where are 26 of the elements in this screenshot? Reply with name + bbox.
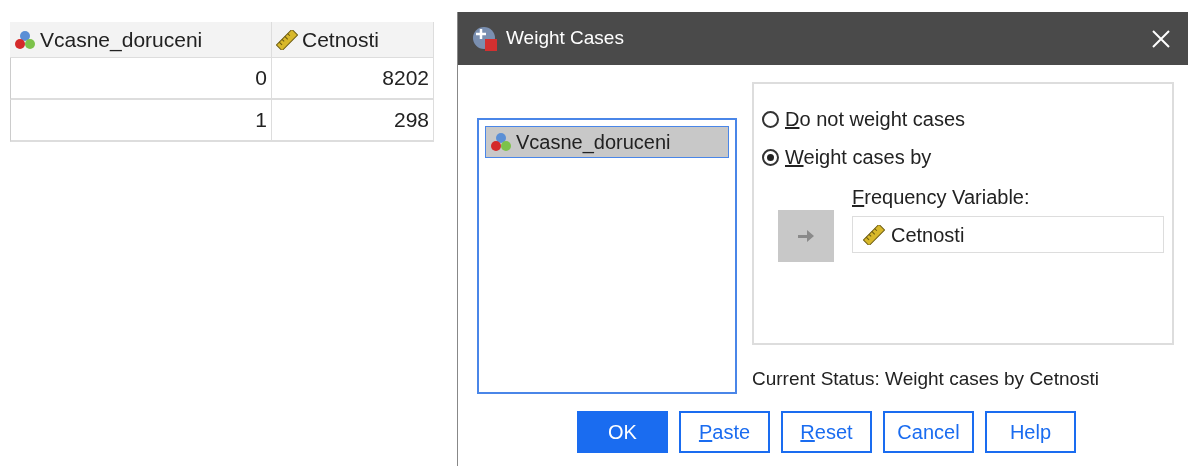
arrow-icon	[797, 229, 815, 243]
frequency-variable-field[interactable]: Cetnosti	[852, 216, 1164, 253]
close-icon[interactable]	[1152, 29, 1170, 48]
dialog-button[interactable]: Cancel	[883, 411, 974, 453]
window-title: Weight Cases	[506, 26, 624, 51]
nominal-variable-icon	[490, 132, 512, 152]
ok-button[interactable]: OK	[577, 411, 668, 453]
field-label: Frequency Variable:	[852, 185, 1031, 210]
column-header[interactable]: Vcasne_doruceni	[10, 22, 272, 57]
radio-button[interactable]	[762, 148, 779, 166]
variable-list-item[interactable]: Vcasne_doruceni	[485, 126, 729, 158]
dialog-button[interactable]: Help	[985, 411, 1076, 453]
nominal-variable-icon	[14, 29, 36, 50]
dialog-button[interactable]: Paste	[679, 411, 770, 453]
dialog-button[interactable]: Reset	[781, 411, 872, 453]
table-cell: 0	[11, 58, 272, 98]
variable-list[interactable]: Vcasne_doruceni	[477, 118, 737, 394]
table-cell: 298	[272, 100, 434, 140]
radio-label[interactable]: Do not weight cases	[785, 104, 966, 134]
table-cell: 8202	[272, 58, 434, 98]
table-cell: 1	[11, 100, 272, 140]
column-header[interactable]: Cetnosti	[272, 22, 434, 57]
app-icon	[472, 25, 498, 52]
status-text: Current Status: Weight cases by Cetnosti	[752, 367, 1101, 391]
radio-label[interactable]: Weight cases by	[785, 142, 932, 172]
radio-button[interactable]	[762, 110, 779, 128]
